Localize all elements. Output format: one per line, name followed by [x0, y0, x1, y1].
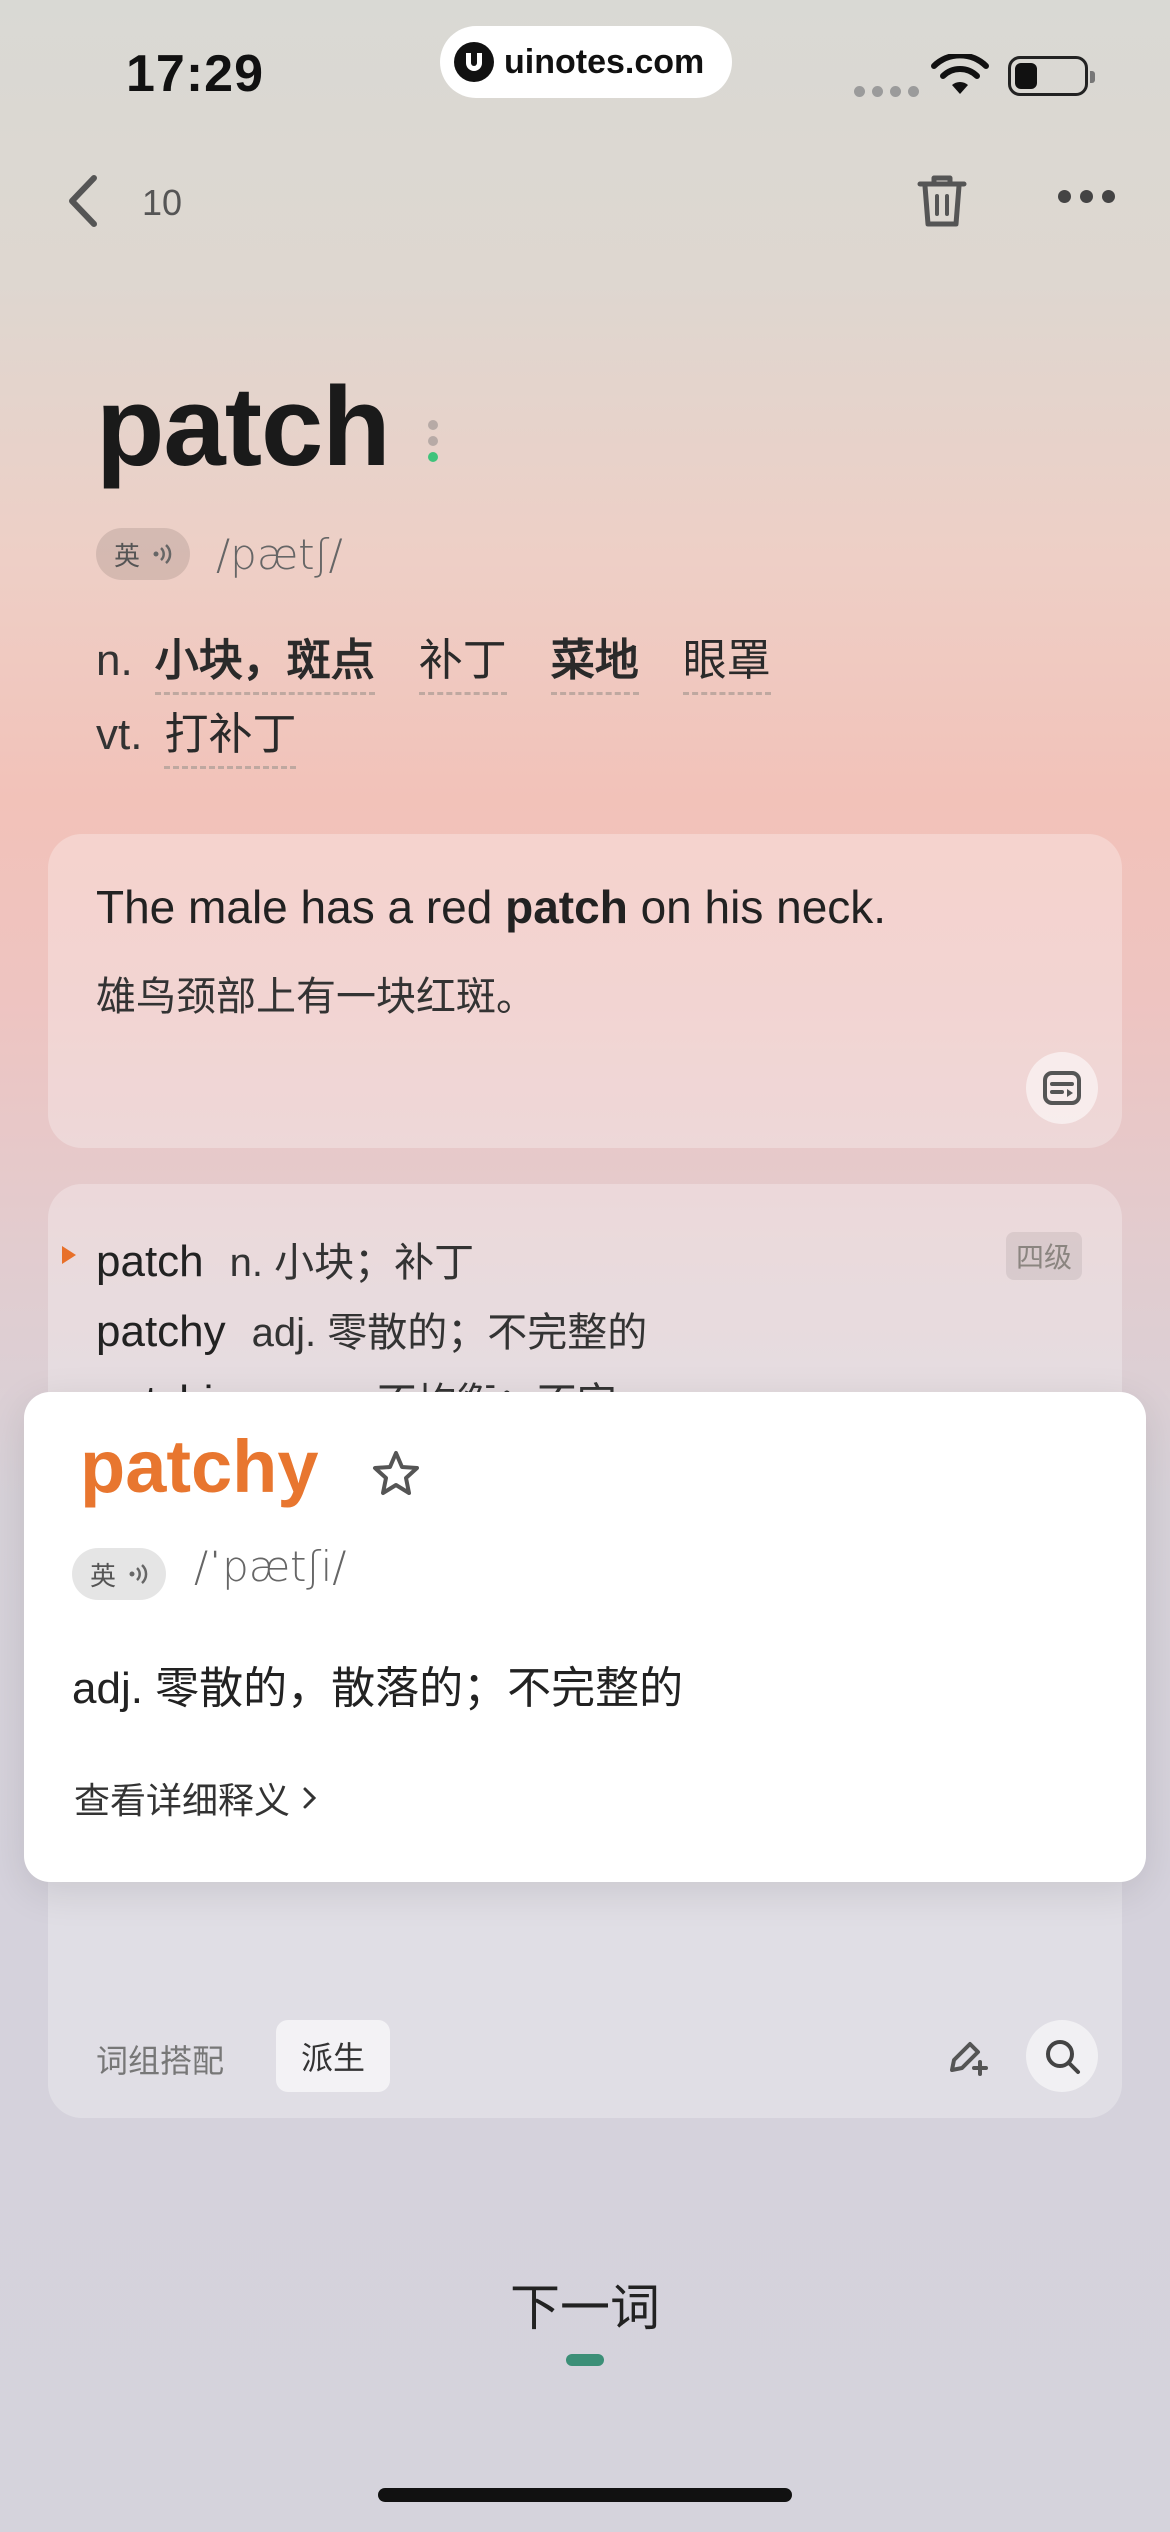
meaning-link[interactable]: 打补丁 [164, 698, 297, 769]
level-badge: 四级 [1006, 1232, 1083, 1280]
current-word-marker-icon [62, 1246, 76, 1264]
progress-indicator [566, 2354, 604, 2366]
view-detail-link[interactable]: 查看详细释义 [74, 1772, 318, 1824]
tab-collocations[interactable]: 词组搭配 [96, 2036, 224, 2082]
chevron-right-icon [303, 1787, 317, 1809]
derivative-item[interactable]: patch n. 小块；补丁 [96, 1230, 474, 1288]
definition-row-noun: n. 小块，斑点 补丁 菜地 眼罩 [96, 624, 815, 695]
speaker-icon [129, 1564, 148, 1584]
popup-pronounce-button[interactable]: 英 [72, 1548, 167, 1600]
battery-icon [1008, 56, 1095, 96]
tab-derived[interactable]: 派生 [276, 2020, 390, 2092]
word-count: 10 [142, 182, 183, 223]
home-indicator[interactable] [378, 2488, 792, 2502]
card-icon [1043, 1071, 1081, 1105]
example-sentence-en: The male has a red patch on his neck. [96, 881, 887, 933]
search-button[interactable] [1026, 2020, 1098, 2092]
meaning-link[interactable]: 小块，斑点 [154, 624, 375, 695]
pos-label: vt. [96, 710, 143, 759]
star-icon[interactable] [370, 1448, 422, 1500]
next-word-button[interactable]: 下一词 [0, 2268, 1170, 2340]
pos-label: n. [96, 636, 133, 685]
word-popup: patchy 英 /ˈpætʃi/ adj. 零散的，散落的；不完整的 查看详细… [24, 1392, 1146, 1882]
meaning-link[interactable]: 眼罩 [682, 624, 771, 695]
search-icon [1046, 2040, 1080, 2074]
popup-word: patchy [80, 1425, 319, 1508]
phonetic: /pætʃ/ [216, 529, 343, 579]
familiarity-indicator [428, 420, 438, 468]
derivative-item[interactable]: patchy adj. 零散的；不完整的 [96, 1300, 647, 1358]
headword: patch [96, 364, 391, 489]
example-more-button[interactable] [1026, 1052, 1098, 1124]
definition-row-verb: vt. 打补丁 [96, 698, 340, 769]
example-sentence-zh: 雄鸟颈部上有一块红斑。 [96, 975, 536, 1019]
trash-icon[interactable] [916, 172, 968, 230]
popup-phonetic: /ˈpætʃi/ [194, 1542, 347, 1591]
speaker-icon [153, 544, 172, 564]
url-text: uinotes.com [504, 42, 705, 81]
url-pill: uinotes.com [440, 26, 732, 98]
cell-signal-icon [854, 86, 919, 97]
site-logo-icon [454, 42, 494, 82]
accent-label: 英 [90, 1560, 117, 1591]
back-icon[interactable] [60, 170, 110, 232]
meaning-link[interactable]: 补丁 [418, 624, 507, 695]
status-time: 17:29 [126, 45, 264, 103]
accent-label: 英 [114, 540, 141, 571]
more-icon[interactable] [1058, 190, 1115, 203]
edit-icon[interactable] [944, 2034, 988, 2078]
wifi-icon [931, 54, 989, 94]
meaning-link[interactable]: 菜地 [550, 624, 639, 695]
accent-pronounce-button[interactable]: 英 [96, 528, 191, 580]
popup-definition: adj. 零散的，散落的；不完整的 [72, 1664, 684, 1713]
